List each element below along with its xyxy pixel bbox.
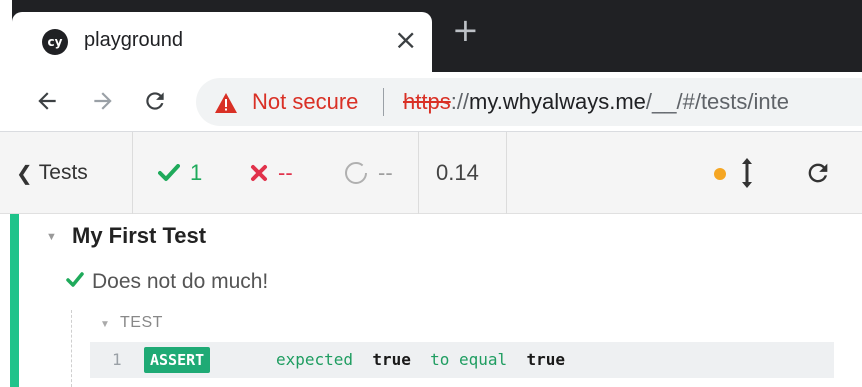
msg-value: true [526, 350, 565, 369]
url-path: /__/#/tests/inte [645, 89, 789, 114]
pending-value: -- [378, 160, 393, 185]
browser-tab[interactable]: cy playground × [12, 12, 432, 72]
tests-button[interactable]: ❮ Tests [16, 132, 88, 214]
msg-part: expected [276, 350, 354, 369]
rerun-icon[interactable] [804, 159, 832, 187]
back-button[interactable] [30, 84, 64, 118]
check-icon [158, 164, 180, 181]
reporter-header: ❮ Tests 1 -- -- 0.14 [0, 132, 862, 214]
x-icon [251, 165, 267, 181]
address-bar[interactable]: Not secure https://my.whyalways.me/__/#/… [196, 78, 862, 126]
command-guide-line [71, 310, 72, 387]
resize-vertical-icon[interactable] [740, 156, 754, 190]
test-title[interactable]: Does not do much! [92, 270, 268, 294]
reload-icon [146, 92, 164, 110]
new-tab-button[interactable]: + [452, 14, 479, 46]
failed-count: -- [250, 132, 293, 214]
suite-title[interactable]: My First Test [72, 223, 206, 249]
tests-label: Tests [38, 161, 88, 184]
browser-toolbar: Not secure https://my.whyalways.me/__/#/… [0, 72, 862, 132]
forward-arrow-icon [94, 92, 112, 110]
address-separator [383, 88, 384, 116]
url-scheme: https [403, 89, 451, 114]
check-icon [66, 272, 84, 287]
passed-value: 1 [190, 160, 203, 185]
caret-down-icon[interactable]: ▼ [100, 319, 110, 330]
command-message: expected true to equal true [276, 350, 565, 369]
caret-down-icon[interactable]: ▼ [46, 231, 57, 243]
msg-value: true [372, 350, 411, 369]
pending-count: -- [344, 132, 393, 214]
command-row[interactable]: 1 ASSERT expected true to equal true [90, 342, 834, 378]
chevron-left-icon: ❮ [16, 162, 33, 185]
runnables-list: ▼ My First Test Does not do much! ▼ TEST… [0, 214, 862, 387]
reload-button[interactable] [138, 84, 172, 118]
command-number: 1 [112, 350, 122, 369]
tab-strip-edge [0, 0, 12, 72]
hook-label[interactable]: TEST [120, 314, 163, 332]
command-name-badge: ASSERT [144, 347, 211, 373]
status-dot-icon [714, 168, 726, 180]
header-divider [506, 132, 507, 214]
close-tab-icon[interactable]: × [394, 24, 417, 56]
tab-title: playground [84, 29, 183, 51]
forward-button[interactable] [86, 84, 120, 118]
url-scheme-sep: :// [450, 89, 470, 114]
warning-triangle-icon[interactable] [214, 92, 238, 114]
tab-strip: cy playground × + [0, 0, 862, 72]
back-arrow-icon [38, 92, 56, 110]
header-divider [132, 132, 133, 214]
url-text[interactable]: https://my.whyalways.me/__/#/tests/inte [403, 89, 789, 115]
msg-part: to equal [430, 350, 508, 369]
cypress-favicon-icon: cy [42, 29, 68, 55]
passed-count: 1 [158, 132, 202, 214]
pending-circle-icon [345, 162, 367, 184]
passed-status-bar [10, 214, 19, 387]
security-status[interactable]: Not secure [252, 89, 358, 115]
failed-value: -- [278, 160, 293, 185]
header-divider [418, 132, 419, 214]
url-host: my.whyalways.me [469, 89, 646, 114]
run-duration: 0.14 [436, 160, 479, 185]
